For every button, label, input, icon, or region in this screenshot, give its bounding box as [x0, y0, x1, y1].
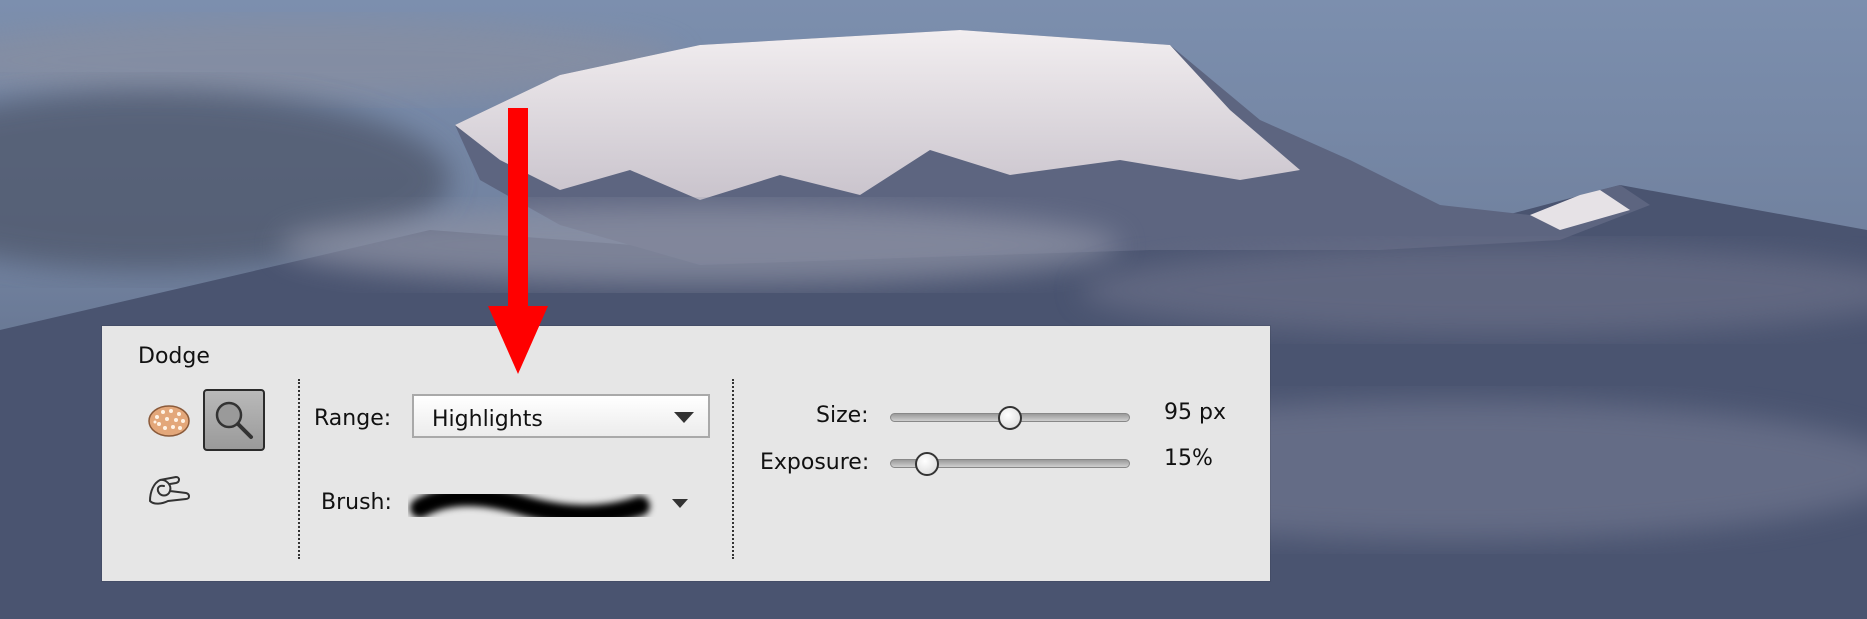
brush-dropdown-chevron-icon[interactable] — [672, 499, 688, 508]
exposure-value: 15% — [1164, 446, 1213, 471]
size-slider-thumb[interactable] — [998, 406, 1022, 430]
burn-tool-button[interactable] — [138, 460, 200, 522]
range-label: Range: — [314, 406, 392, 431]
brush-label: Brush: — [321, 490, 392, 515]
divider — [732, 379, 734, 559]
exposure-slider-thumb[interactable] — [914, 452, 939, 476]
dodge-tool-button[interactable] — [203, 389, 265, 451]
size-value: 95 px — [1164, 400, 1226, 425]
size-slider[interactable] — [890, 406, 1130, 430]
dodge-icon — [215, 401, 253, 439]
divider — [298, 379, 300, 559]
brush-preview[interactable] — [408, 476, 658, 536]
exposure-slider[interactable] — [890, 452, 1130, 476]
sponge-icon — [148, 405, 190, 437]
exposure-label: Exposure: — [760, 450, 870, 475]
annotation-arrow — [488, 108, 548, 374]
range-value: Highlights — [432, 407, 543, 432]
tool-options-panel: Dodge Range: Highlights Brush: Size: 95 … — [102, 326, 1270, 581]
tool-title: Dodge — [138, 344, 210, 369]
sponge-tool-button[interactable] — [138, 390, 200, 452]
burn-icon — [149, 476, 190, 505]
size-label: Size: — [816, 403, 869, 428]
range-dropdown[interactable]: Highlights — [412, 394, 710, 438]
chevron-down-icon — [674, 412, 694, 423]
